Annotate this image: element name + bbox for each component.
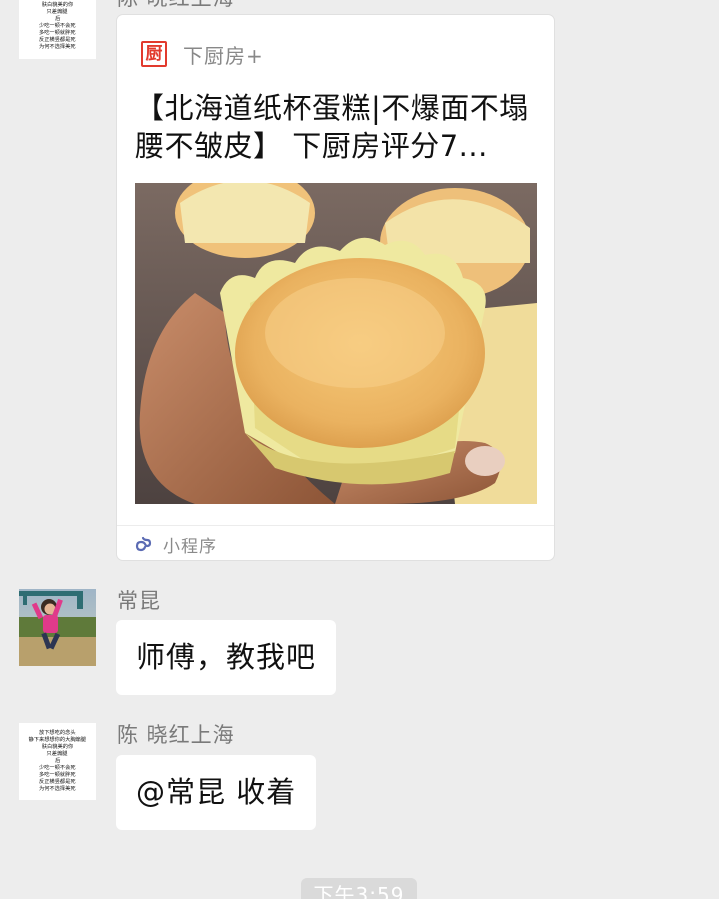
avatar-text-line: 多吃一顿就胖死 [39, 30, 76, 36]
xiachufang-logo-icon: 厨 [141, 41, 167, 67]
chat-window: 肤白貌美的你 只差煽腿后少吃一顿不会死 多吃一顿就胖死 反正横竖都是死 为何不选择美死 … [0, 0, 719, 899]
avatar-text-line: 放下想吃的念头 [39, 730, 76, 736]
avatar-text-line: 少吃一顿不会死 [39, 23, 76, 29]
avatar-text-line: 反正横竖都是死 [39, 779, 76, 785]
cupcake-image [135, 183, 537, 504]
avatar-text-line: 肤白貌美的你 [41, 2, 74, 8]
mini-program-header: 厨 下厨房+ [141, 39, 264, 69]
avatar-text-line: 多吃一顿就胖死 [39, 772, 76, 778]
mini-program-title: 【北海道纸杯蛋糕|不爆面不塌腰不皱皮】 下厨房评分7... [135, 91, 529, 163]
mini-program-app-name: 下厨房+ [183, 43, 264, 68]
sender-name: 陈 晓红上海 [117, 0, 235, 10]
timestamp-label: 下午3:59 [301, 878, 417, 899]
avatar-text-line: 只差煽腿 [47, 751, 68, 757]
avatar-text-line: 肤白貌美的你 [41, 744, 74, 750]
mini-program-footer: 小程序 [135, 531, 217, 557]
mini-program-icon [135, 536, 152, 552]
avatar-text-line: 少吃一顿不会死 [39, 765, 76, 771]
avatar-text-line: 只差煽腿 [47, 9, 68, 15]
avatar-chen-xiaohong[interactable]: 肤白貌美的你 只差煽腿后少吃一顿不会死 多吃一顿就胖死 反正横竖都是死 为何不选择美死 [19, 0, 96, 59]
mini-program-label: 小程序 [163, 536, 217, 557]
avatar-text-line: 后 [54, 758, 61, 764]
avatar-text-line: 为何不选择美死 [39, 44, 76, 50]
mini-program-card[interactable]: 厨 下厨房+ 【北海道纸杯蛋糕|不爆面不塌腰不皱皮】 下厨房评分7... 小程序 [116, 14, 555, 561]
avatar-text-line: 后 [54, 16, 61, 22]
sender-name: 常昆 [117, 589, 161, 613]
card-divider [117, 525, 554, 526]
message-bubble[interactable]: 师傅，教我吧 [116, 620, 337, 695]
avatar-chang-kun[interactable] [19, 589, 96, 666]
avatar-text-line: 为何不选择美死 [39, 786, 76, 792]
avatar-text-line: 静下来想想你的大胸煽腿 [28, 737, 87, 743]
avatar-text-line: 反正横竖都是死 [39, 37, 76, 43]
sender-name: 陈 晓红上海 [117, 723, 235, 747]
avatar-chen-xiaohong[interactable]: 放下想吃的念头 静下来想想你的大胸煽腿 肤白貌美的你 只差煽腿后少吃一顿不会死 多吃一顿… [19, 723, 96, 800]
message-bubble[interactable]: @常昆 收着 [116, 755, 317, 830]
